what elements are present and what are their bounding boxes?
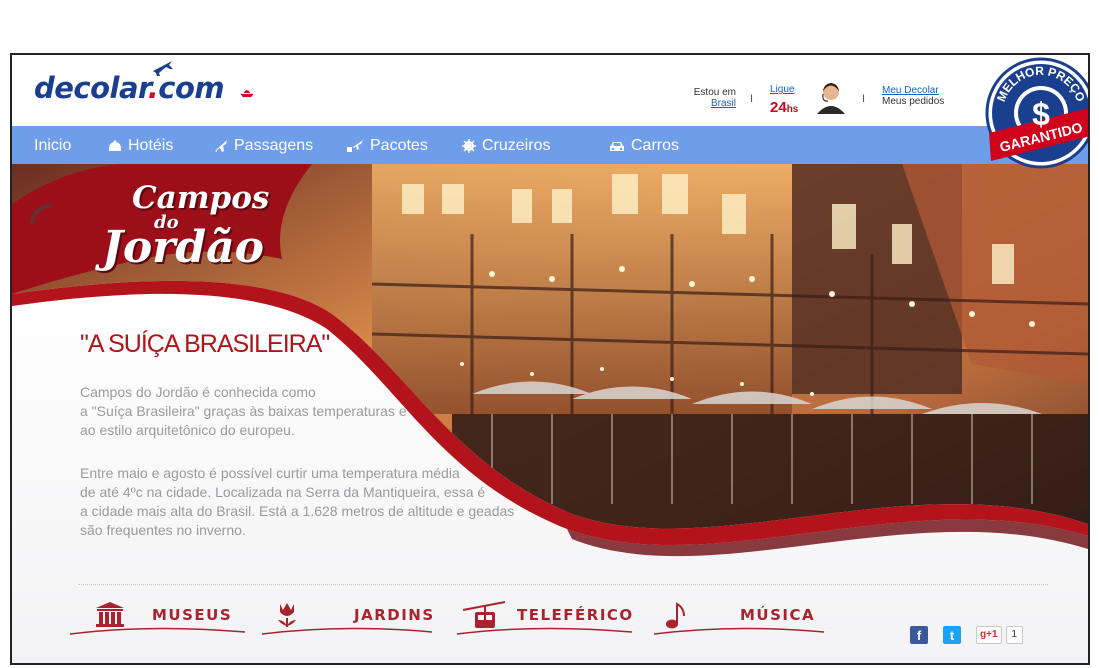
car-icon (610, 141, 624, 151)
nav-item-passagens[interactable]: Passagens (214, 137, 313, 155)
category-teleferico[interactable]: TELEFÉRICO (457, 600, 632, 648)
nav-item-label: Hotéis (128, 137, 174, 154)
nav-item-cruzeiros[interactable]: Cruzeiros (462, 137, 550, 155)
call-hours-suffix: hs (786, 104, 799, 115)
google-plus-count: 1 (1005, 626, 1024, 644)
paragraph-line: a cidade mais alta do Brasil. Está a 1.6… (80, 503, 515, 519)
category-label: MUSEUS (152, 606, 233, 624)
paragraph-line: de até 4ºc na cidade. Localizada na Serr… (80, 484, 486, 500)
nav-item-label: Passagens (234, 137, 314, 154)
call-link[interactable]: Ligue (770, 84, 794, 95)
location-label: Estou em (693, 87, 736, 98)
page-frame: decolar.com Estou em Brasil I Ligue 24hs… (10, 53, 1090, 665)
best-price-guarantee-badge: MELHOR PREÇO MELHOR PREÇO GARANTIDO $ (985, 57, 1088, 169)
paragraph-line: são frequentes no inverno. (80, 522, 246, 538)
logo-text-main: decolar (34, 71, 148, 105)
nav-item-label: Carros (631, 137, 680, 154)
nav-item-label: Pacotes (370, 137, 428, 154)
ship-logo-icon (240, 90, 254, 98)
category-label: MÚSICA (740, 606, 816, 624)
section-divider (78, 584, 1048, 585)
site-header: decolar.com Estou em Brasil I Ligue 24hs… (12, 55, 1088, 125)
title-line-3: Jordão (102, 222, 264, 273)
bell-icon (109, 140, 121, 151)
call-hours: 24hs (770, 99, 798, 116)
dollar-sign-icon: $ (1032, 96, 1050, 132)
nav-item-carros[interactable]: Carros (609, 137, 679, 155)
decolar-logo[interactable]: decolar.com (34, 61, 257, 105)
plane-icon (215, 140, 227, 152)
nav-item-pacotes[interactable]: Pacotes (346, 137, 428, 155)
call-center-agent-icon (817, 83, 845, 114)
title-line-1: Campos (132, 180, 270, 216)
ship-wheel-icon (462, 139, 476, 153)
package-plane-icon (347, 140, 363, 152)
hero-headline: "A SUÍÇA BRASILEIRA" (80, 330, 330, 358)
campos-do-jordao-title: Campos do Jordão (84, 176, 284, 276)
paragraph-line: ao estilo arquitetônico do europeu. (80, 422, 295, 438)
description-paragraph-2: Entre maio e agosto é possível curtir um… (80, 464, 580, 540)
category-musica[interactable]: MÚSICA (654, 600, 824, 648)
my-account-link[interactable]: Meu Decolar (882, 85, 944, 96)
google-plus-button[interactable]: g+1 1 (976, 626, 1024, 644)
twitter-icon[interactable]: t (943, 626, 961, 644)
nav-item-label: Inicio (34, 137, 72, 154)
location-link[interactable]: Brasil (678, 98, 736, 109)
my-orders-link[interactable]: Meus pedidos (882, 96, 944, 107)
nav-item-label: Cruzeiros (482, 137, 551, 154)
header-separator-2: I (862, 93, 866, 105)
main-nav: Inicio Hotéis Passagens Pacotes Cruzeiro… (12, 126, 1088, 164)
category-jardins[interactable]: JARDINS (262, 600, 435, 648)
call-hours-number: 24 (770, 99, 787, 116)
category-museus[interactable]: MUSEUS (70, 600, 245, 648)
location-selector: Estou em Brasil (678, 87, 736, 109)
paragraph-line: a "Suíça Brasileira" graças às baixas te… (80, 403, 407, 419)
header-separator: I (750, 93, 754, 105)
account-block: Meu Decolar Meus pedidos (882, 85, 944, 107)
paragraph-line: Campos do Jordão é conhecida como (80, 384, 316, 400)
category-label: JARDINS (354, 606, 435, 624)
nav-item-inicio[interactable]: Inicio (34, 137, 71, 155)
facebook-icon[interactable]: f (910, 626, 928, 644)
airplane-logo-icon (153, 61, 173, 76)
hero-banner: Campos do Jordão "A SUÍÇA BRASILEIRA" Ca… (12, 164, 1088, 663)
category-label: TELEFÉRICO (517, 606, 634, 624)
nav-item-hoteis[interactable]: Hotéis (108, 137, 173, 155)
description-paragraph-1: Campos do Jordão é conhecida como a "Suí… (80, 383, 580, 440)
google-plus-icon: g+1 (976, 626, 1002, 644)
paragraph-line: Entre maio e agosto é possível curtir um… (80, 465, 460, 481)
